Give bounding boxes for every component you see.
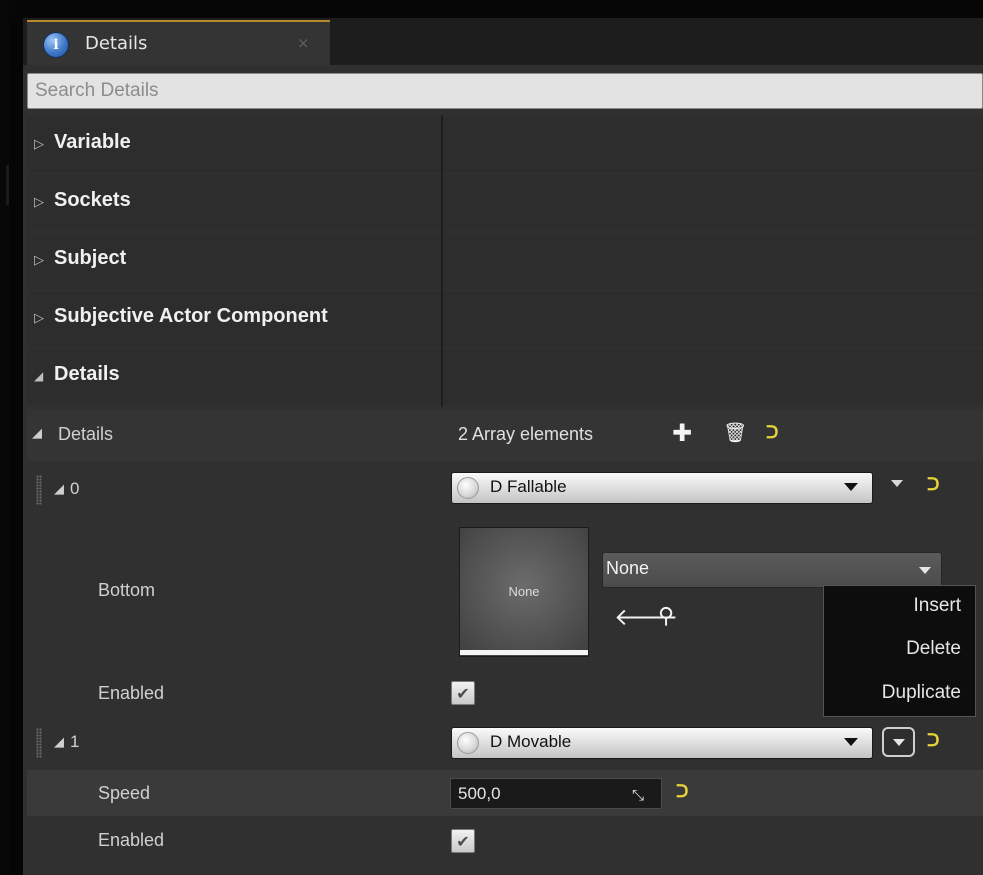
element-1-class-combo[interactable]: D Movable xyxy=(451,727,873,759)
category-subjective-actor-component[interactable]: ▷ Subjective Actor Component xyxy=(27,291,983,347)
radio-icon xyxy=(457,477,479,499)
drag-resize-icon[interactable]: ⤡ xyxy=(632,786,644,804)
category-subject[interactable]: ▷ Subject xyxy=(27,233,983,289)
category-label: Subjective Actor Component xyxy=(54,305,328,327)
category-label: Variable xyxy=(54,131,131,153)
reset-arrow-icon[interactable]: ᑐ xyxy=(927,731,939,751)
chevron-down-icon xyxy=(844,483,858,491)
left-gutter-accent xyxy=(6,165,9,205)
enabled-checkbox[interactable]: ✔ xyxy=(451,681,475,705)
category-details[interactable]: ◢ Details xyxy=(27,349,983,405)
tab-details[interactable]: i Details × xyxy=(27,20,330,65)
bottom-asset-combo[interactable] xyxy=(602,552,942,588)
category-label: Subject xyxy=(54,247,127,269)
array-element-index: 0 xyxy=(70,479,80,498)
radio-icon xyxy=(457,732,479,754)
category-variable[interactable]: ▷ Variable xyxy=(27,117,983,173)
left-gutter xyxy=(0,0,9,875)
bottom-label: Bottom xyxy=(98,580,156,600)
check-icon: ✔ xyxy=(456,831,470,851)
reset-arrow-icon[interactable]: ᑐ xyxy=(766,423,778,443)
menu-item-duplicate[interactable]: Duplicate xyxy=(882,682,961,704)
collapse-arrow-icon: ◢ xyxy=(34,369,44,383)
close-icon[interactable]: × xyxy=(297,34,310,52)
reset-arrow-icon[interactable]: ᑐ xyxy=(927,475,939,495)
array-count: 2 Array elements xyxy=(458,424,594,444)
collapse-arrow-icon[interactable]: ◢ xyxy=(54,735,64,750)
enabled-label: Enabled xyxy=(98,830,165,850)
enabled-label: Enabled xyxy=(98,683,165,703)
details-array-label: Details xyxy=(58,424,114,444)
tab-label: Details xyxy=(85,33,148,54)
category-label: Details xyxy=(54,363,120,385)
info-icon: i xyxy=(43,32,69,58)
check-icon: ✔ xyxy=(456,683,470,703)
menu-item-insert[interactable]: Insert xyxy=(913,595,961,617)
expand-arrow-icon: ▷ xyxy=(34,311,44,326)
trash-icon[interactable]: 🗑 xyxy=(723,421,747,444)
speed-value: 500,0 xyxy=(458,784,501,803)
collapse-arrow-icon[interactable]: ◢ xyxy=(32,426,42,441)
element-1-class: D Movable xyxy=(490,732,572,751)
chevron-down-icon[interactable] xyxy=(891,480,903,487)
reset-arrow-icon[interactable]: ᑐ xyxy=(676,782,688,802)
bottom-asset-value: None xyxy=(606,558,650,578)
chevron-down-icon xyxy=(844,738,858,746)
drag-handle-icon[interactable] xyxy=(36,475,42,505)
window-top-strip xyxy=(0,0,983,20)
drag-handle-icon[interactable] xyxy=(36,728,42,758)
element-0-class: D Fallable xyxy=(490,477,567,496)
speed-label: Speed xyxy=(98,783,151,803)
details-array-row: ◢ Details 2 Array elements ✚ 🗑 ᑐ xyxy=(27,409,983,461)
expand-arrow-icon: ▷ xyxy=(34,253,44,268)
search-icon[interactable]: ⚲ xyxy=(658,604,674,629)
element-0-class-combo[interactable]: D Fallable xyxy=(451,472,873,504)
thumbnail-label: None xyxy=(508,584,540,599)
add-element-icon[interactable]: ✚ xyxy=(672,419,692,447)
menu-item-delete[interactable]: Delete xyxy=(906,638,961,660)
element-options-button[interactable] xyxy=(882,727,915,757)
column-divider[interactable] xyxy=(441,115,443,407)
expand-arrow-icon: ▷ xyxy=(34,137,44,152)
expand-arrow-icon: ▷ xyxy=(34,195,44,210)
collapse-arrow-icon[interactable]: ◢ xyxy=(54,482,64,497)
thumbnail-color-bar xyxy=(460,650,588,655)
search-input[interactable] xyxy=(27,73,983,109)
category-label: Sockets xyxy=(54,189,131,211)
enabled-checkbox[interactable]: ✔ xyxy=(451,829,475,853)
chevron-down-icon xyxy=(919,567,931,574)
array-element-index: 1 xyxy=(70,732,80,751)
category-sockets[interactable]: ▷ Sockets xyxy=(27,175,983,231)
context-menu: Insert Delete Duplicate xyxy=(823,585,976,717)
